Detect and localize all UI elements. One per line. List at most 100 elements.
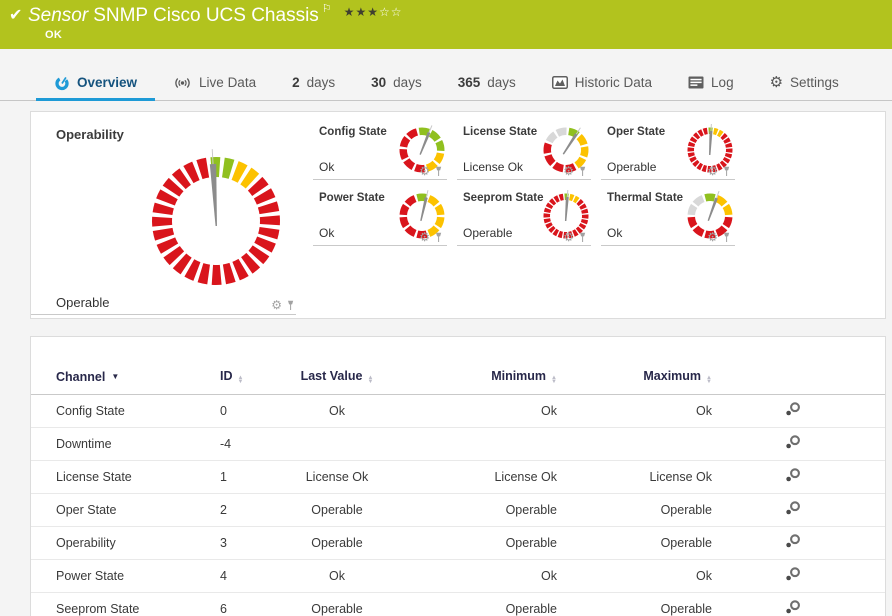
- cell-last-value: Ok: [277, 395, 397, 428]
- gear-icon[interactable]: ⚙: [419, 231, 430, 243]
- cell-actions: [722, 461, 885, 494]
- tab-label: Log: [711, 75, 734, 90]
- table-row: Operability3OperableOperableOperable: [31, 527, 885, 560]
- tab-2-days[interactable]: 2days: [274, 65, 353, 100]
- gear-icon: ⚙: [770, 75, 783, 90]
- gear-icon[interactable]: ⚙: [419, 165, 430, 177]
- gauge-icon: [54, 75, 70, 91]
- cell-last-value: License Ok: [277, 461, 397, 494]
- gauge-value: Ok: [607, 226, 622, 240]
- star-filled-icon[interactable]: ★: [355, 5, 367, 19]
- tab-label: Live Data: [199, 75, 256, 90]
- tab-label: Overview: [77, 75, 137, 90]
- column-header-id[interactable]: ID▲▼: [214, 363, 277, 395]
- star-empty-icon[interactable]: ☆: [391, 5, 403, 19]
- gauge-title: License State: [463, 126, 537, 138]
- channel-table-panel: Channel▼ID▲▼Last Value▲▼Minimum▲▼Maximum…: [30, 336, 886, 616]
- gauge-value: Operable: [463, 226, 512, 240]
- gauge-cell-oper-state: Oper StateOperable⚙: [599, 119, 743, 185]
- pin-icon[interactable]: [578, 166, 587, 177]
- tab-historic-data[interactable]: Historic Data: [534, 65, 670, 100]
- tab-overview[interactable]: Overview: [36, 65, 155, 100]
- tab-settings[interactable]: ⚙Settings: [752, 65, 857, 100]
- gauge-cell-power-state: Power StateOk⚙: [311, 185, 455, 251]
- cell-channel: Downtime: [31, 428, 214, 461]
- channel-settings-icon[interactable]: [784, 401, 802, 417]
- gauge-cell-actions: ⚙: [271, 299, 295, 311]
- channel-settings-icon[interactable]: [784, 434, 802, 450]
- gauge-cell-actions: ⚙: [563, 165, 587, 177]
- log-icon: [688, 76, 704, 89]
- gauge-cell-config-state: Config StateOk⚙: [311, 119, 455, 185]
- cell-maximum: Operable: [567, 593, 722, 616]
- table-row: License State1License OkLicense OkLicens…: [31, 461, 885, 494]
- divider: [457, 245, 591, 246]
- gauge-title: Seeprom State: [463, 192, 544, 204]
- gear-icon[interactable]: ⚙: [707, 165, 718, 177]
- cell-id: 6: [214, 593, 277, 616]
- table-row: Downtime-4: [31, 428, 885, 461]
- cell-maximum: Operable: [567, 527, 722, 560]
- divider: [457, 179, 591, 180]
- channel-settings-icon[interactable]: [784, 533, 802, 549]
- column-header-minimum[interactable]: Minimum▲▼: [397, 363, 567, 395]
- gear-icon[interactable]: ⚙: [707, 231, 718, 243]
- cell-actions: [722, 494, 885, 527]
- pin-icon[interactable]: [722, 166, 731, 177]
- cell-channel: Operability: [31, 527, 214, 560]
- pin-icon[interactable]: [286, 300, 295, 311]
- channel-settings-icon[interactable]: [784, 566, 802, 582]
- sensor-header: ✔ SensorSNMP Cisco UCS Chassis⚐★★★☆☆ OK: [0, 0, 892, 49]
- divider: [313, 245, 447, 246]
- tab-365-days[interactable]: 365days: [440, 65, 534, 100]
- gauge-value: License Ok: [463, 160, 523, 174]
- channel-settings-icon[interactable]: [784, 500, 802, 516]
- column-header-last-value[interactable]: Last Value▲▼: [277, 363, 397, 395]
- gear-icon[interactable]: ⚙: [271, 299, 282, 311]
- sort-toggle-icon: ▲▼: [706, 376, 712, 384]
- cell-id: 3: [214, 527, 277, 560]
- column-header-maximum[interactable]: Maximum▲▼: [567, 363, 722, 395]
- sort-toggle-icon: ▲▼: [551, 376, 557, 384]
- channel-settings-icon[interactable]: [784, 467, 802, 483]
- cell-channel: License State: [31, 461, 214, 494]
- divider: [31, 314, 296, 315]
- channel-settings-icon[interactable]: [784, 599, 802, 615]
- tab-log[interactable]: Log: [670, 65, 752, 100]
- star-filled-icon[interactable]: ★: [367, 5, 379, 19]
- pin-icon[interactable]: [434, 232, 443, 243]
- priority-stars[interactable]: ★★★☆☆: [344, 5, 403, 19]
- pin-icon[interactable]: [578, 232, 587, 243]
- star-filled-icon[interactable]: ★: [344, 5, 356, 19]
- cell-minimum: [397, 428, 567, 461]
- pin-icon[interactable]: [722, 232, 731, 243]
- cell-minimum: Operable: [397, 593, 567, 616]
- sort-toggle-icon: ▲▼: [367, 376, 373, 384]
- gauge-cell-thermal-state: Thermal StateOk⚙: [599, 185, 743, 251]
- column-header-channel[interactable]: Channel▼: [31, 363, 214, 395]
- flag-icon[interactable]: ⚐: [322, 3, 332, 15]
- gauge-cell-seeprom-state: Seeprom State Operable ⚙: [455, 185, 599, 251]
- gauge-cell-license-state: License State License Ok ⚙: [455, 119, 599, 185]
- gauge-value: Operable: [607, 160, 656, 174]
- star-empty-icon[interactable]: ☆: [379, 5, 391, 19]
- tab-30-days[interactable]: 30days: [353, 65, 440, 100]
- tab-live-data[interactable]: Live Data: [155, 65, 274, 100]
- tab-bar: Overview Live Data 2days30days365daysHisto…: [0, 65, 892, 101]
- gear-icon[interactable]: ⚙: [563, 231, 574, 243]
- cell-id: -4: [214, 428, 277, 461]
- cell-channel: Power State: [31, 560, 214, 593]
- cell-last-value: Operable: [277, 527, 397, 560]
- gear-icon[interactable]: ⚙: [563, 165, 574, 177]
- column-header-actions: [722, 363, 885, 395]
- cell-actions: [722, 395, 885, 428]
- gauge-cell-actions: ⚙: [419, 165, 443, 177]
- tab-number: 365: [458, 75, 481, 90]
- cell-channel: Oper State: [31, 494, 214, 527]
- cell-minimum: License Ok: [397, 461, 567, 494]
- prtg-sensor-page: ✔ SensorSNMP Cisco UCS Chassis⚐★★★☆☆ OK …: [0, 0, 892, 616]
- pin-icon[interactable]: [434, 166, 443, 177]
- gauge-cell-actions: ⚙: [707, 231, 731, 243]
- sensor-name: SNMP Cisco UCS Chassis: [93, 5, 319, 26]
- cell-actions: [722, 527, 885, 560]
